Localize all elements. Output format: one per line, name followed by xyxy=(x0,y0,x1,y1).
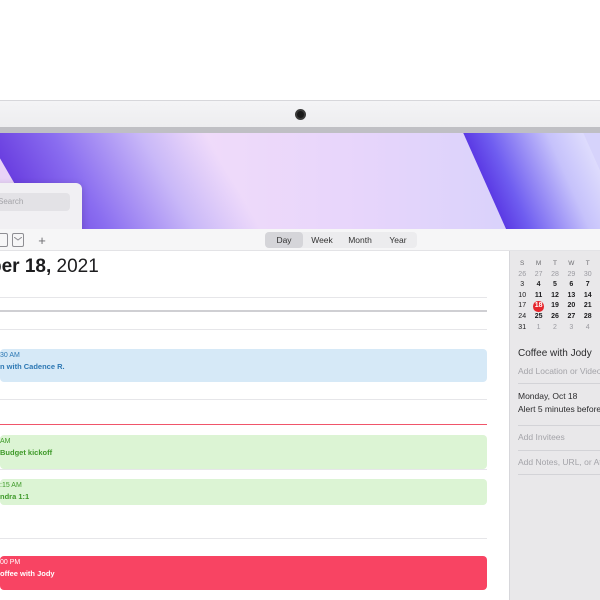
mini-calendar: S M T W T 26 27 28 29 30 3 4 5 6 7 10 11… xyxy=(514,259,600,333)
day-cell[interactable]: 17 xyxy=(514,301,530,312)
tab-month[interactable]: Month xyxy=(341,232,379,248)
day-cell[interactable]: 4 xyxy=(530,280,546,291)
date-heading: ber 18, xyxy=(0,256,52,277)
tab-week[interactable]: Week xyxy=(303,232,341,248)
day-cell[interactable]: 27 xyxy=(530,270,546,281)
day-cell-today[interactable]: 18 xyxy=(530,301,546,312)
event-title: ndra 1:1 xyxy=(0,492,30,501)
day-cell[interactable]: 19 xyxy=(547,301,563,312)
mini-calendar-week: 10 11 12 13 14 xyxy=(514,291,600,302)
event-title: n with Cadence R. xyxy=(0,362,65,371)
calendars-list-icon[interactable] xyxy=(0,233,8,247)
hour-line xyxy=(0,399,487,400)
page-title: ber 18, 2021 xyxy=(0,256,99,278)
desktop-wallpaper xyxy=(0,133,600,233)
tab-year[interactable]: Year xyxy=(379,232,417,248)
day-cell[interactable]: 30 xyxy=(580,270,596,281)
all-day-divider xyxy=(0,310,487,312)
day-cell[interactable]: 28 xyxy=(580,312,596,323)
day-cell[interactable]: 11 xyxy=(530,291,546,302)
mini-calendar-week: 3 4 5 6 7 xyxy=(514,280,600,291)
day-cell[interactable]: 31 xyxy=(514,323,530,334)
event-date[interactable]: Monday, Oct 18 xyxy=(518,391,577,401)
day-cell[interactable]: 24 xyxy=(514,312,530,323)
mini-calendar-weekdays: S M T W T xyxy=(514,259,600,270)
event-time: 00 PM xyxy=(0,559,21,566)
notes-field[interactable]: Add Notes, URL, or Att xyxy=(518,457,600,467)
view-switcher: Day Week Month Year xyxy=(265,232,417,248)
day-cell[interactable]: 2 xyxy=(547,323,563,334)
event-alert[interactable]: Alert 5 minutes before xyxy=(518,404,600,414)
event-time: 30 AM xyxy=(0,352,20,359)
day-cell[interactable]: 7 xyxy=(580,280,596,291)
hour-line xyxy=(0,329,487,330)
day-cell[interactable]: 27 xyxy=(563,312,579,323)
day-cell[interactable]: 13 xyxy=(563,291,579,302)
day-cell[interactable]: 12 xyxy=(547,291,563,302)
day-cell[interactable]: 3 xyxy=(514,280,530,291)
day-cell[interactable]: 10 xyxy=(514,291,530,302)
divider xyxy=(518,383,600,384)
screen: Search + Day Week Month Year ber 18, 202… xyxy=(0,0,600,600)
divider xyxy=(518,450,600,451)
divider xyxy=(518,474,600,475)
calendar-window: + Day Week Month Year ber 18, 2021 30 AM… xyxy=(0,229,600,600)
today-label: 18 xyxy=(534,302,543,310)
day-cell[interactable]: 4 xyxy=(580,323,596,334)
hour-line xyxy=(0,538,487,539)
year-heading: 2021 xyxy=(51,256,99,277)
event-block[interactable]: :15 AM ndra 1:1 xyxy=(0,479,487,505)
event-time: AM xyxy=(0,438,11,445)
day-cell[interactable]: 26 xyxy=(547,312,563,323)
background-window: Search xyxy=(0,183,82,235)
weekday-label: W xyxy=(568,260,575,267)
mini-calendar-week: 24 25 26 27 28 xyxy=(514,312,600,323)
event-title: Budget kickoff xyxy=(0,448,53,457)
weekday-label: S xyxy=(520,260,525,267)
add-event-button[interactable]: + xyxy=(36,233,48,248)
event-block[interactable]: 30 AM n with Cadence R. xyxy=(0,349,487,382)
hour-line xyxy=(0,469,487,470)
day-cell[interactable]: 21 xyxy=(580,301,596,312)
day-cell[interactable]: 1 xyxy=(530,323,546,334)
day-cell[interactable]: 29 xyxy=(563,270,579,281)
current-time-line xyxy=(0,424,487,425)
day-cell[interactable]: 26 xyxy=(514,270,530,281)
day-cell[interactable]: 14 xyxy=(580,291,596,302)
camera-icon xyxy=(295,109,306,120)
day-cell[interactable]: 25 xyxy=(530,312,546,323)
invitees-field[interactable]: Add Invitees xyxy=(518,432,565,442)
hour-line xyxy=(0,297,487,298)
weekday-label: M xyxy=(535,260,542,267)
mini-calendar-week: 26 27 28 29 30 xyxy=(514,270,600,281)
day-cell[interactable]: 28 xyxy=(547,270,563,281)
inbox-icon[interactable] xyxy=(12,233,24,247)
wallpaper-band xyxy=(454,133,600,233)
event-block-selected[interactable]: 00 PM offee with Jody xyxy=(0,556,487,590)
event-title-field[interactable]: Coffee with Jody xyxy=(518,348,592,359)
event-block[interactable]: AM Budget kickoff xyxy=(0,435,487,469)
event-time: :15 AM xyxy=(0,482,22,489)
day-cell[interactable]: 3 xyxy=(563,323,579,334)
event-inspector: S M T W T 26 27 28 29 30 3 4 5 6 7 10 11… xyxy=(509,251,600,600)
divider xyxy=(518,425,600,426)
weekday-label: T xyxy=(585,260,590,267)
mini-calendar-week: 17 18 19 20 21 xyxy=(514,301,600,312)
day-cell[interactable]: 5 xyxy=(547,280,563,291)
weekday-label: T xyxy=(552,260,557,267)
search-field[interactable]: Search xyxy=(0,193,70,211)
location-field[interactable]: Add Location or Video xyxy=(518,366,600,376)
toolbar: + Day Week Month Year xyxy=(0,229,600,251)
day-cell[interactable]: 20 xyxy=(563,301,579,312)
tab-day[interactable]: Day xyxy=(265,232,303,248)
mini-calendar-week: 31 1 2 3 4 xyxy=(514,323,600,334)
day-cell[interactable]: 6 xyxy=(563,280,579,291)
event-title: offee with Jody xyxy=(0,569,55,578)
